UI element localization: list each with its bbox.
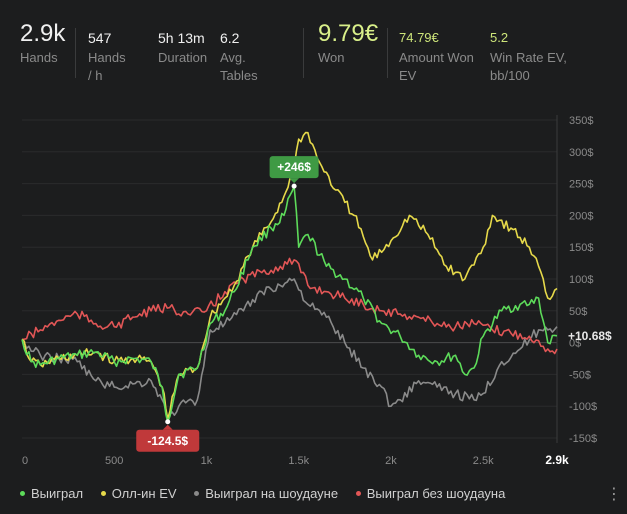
legend-dot <box>100 491 106 497</box>
y-axis: 350$300$250$200$150$100$50$0$-50$-100$-1… <box>569 115 597 445</box>
annotation-label: +246$ <box>277 160 311 174</box>
y-tick-label: 50$ <box>569 306 587 318</box>
stat-divider <box>303 28 304 78</box>
y-tick-label: 200$ <box>569 210 593 222</box>
legend-dot <box>194 491 200 497</box>
stat-value: 5h 13m <box>158 30 205 46</box>
stat-label: Won <box>318 50 345 65</box>
stat-value: 9.79€ <box>318 20 379 47</box>
legend-dot <box>20 491 25 497</box>
legend-item-allin-ev[interactable]: Олл-ин EV <box>100 486 177 501</box>
legend-label: Олл-ин EV <box>111 486 177 501</box>
y-tick-label: -150$ <box>569 433 597 445</box>
stat-value: 5.2 <box>490 30 509 45</box>
chart-annotations: +246$ -124.5$ +10.68$ <box>136 156 612 452</box>
y-tick-label: 300$ <box>569 147 593 159</box>
stat-label: Hands <box>20 50 58 65</box>
annotation-dot <box>165 419 171 425</box>
more-menu-icon[interactable]: ⋮ <box>606 484 622 504</box>
stat-value: 6.2 <box>220 30 240 46</box>
annotation-pointer <box>162 424 173 430</box>
legend-item-won[interactable]: Выиграл <box>20 486 83 501</box>
stat-value: 2.9k <box>20 20 66 47</box>
legend-label: Выиграл на шоудауне <box>205 486 339 501</box>
stat-label: Hands / h <box>88 50 126 83</box>
stat-label: Avg. Tables <box>220 50 258 83</box>
legend-item-showdown[interactable]: Выиграл на шоудауне <box>194 486 338 501</box>
end-value-label: +10.68$ <box>568 329 612 343</box>
stat-divider <box>75 28 76 78</box>
annotation-pointer <box>289 178 300 184</box>
legend-label: Выиграл без шоудауна <box>366 486 506 501</box>
profit-chart: 350$300$250$200$150$100$50$0$-50$-100$-1… <box>21 115 612 467</box>
chart-legend: Выиграл Олл-ин EV Выиграл на шоудауне Вы… <box>20 486 519 504</box>
x-tick-label: 500 <box>105 455 123 467</box>
stat-label: Duration <box>158 50 208 65</box>
stat-value: 74.79€ <box>399 30 439 45</box>
x-axis: 0 500 1k 1.5k 2k 2.5k 2.9k <box>22 453 569 467</box>
y-tick-label: 350$ <box>569 115 593 127</box>
series-line-0 <box>21 185 558 423</box>
x-tick-label: 1k <box>201 455 213 467</box>
y-tick-label: 150$ <box>569 242 593 254</box>
y-tick-label: 100$ <box>569 274 593 286</box>
legend-label: Выиграл <box>31 486 84 501</box>
stat-label: Win Rate EV, bb/100 <box>490 50 567 83</box>
y-tick-label: 250$ <box>569 179 593 191</box>
stat-label: Amount Won EV <box>399 50 474 83</box>
x-tick-label: 2k <box>385 455 397 467</box>
stat-value: 547 <box>88 30 112 46</box>
stat-divider <box>387 28 388 78</box>
annotation-dot <box>291 183 297 189</box>
series-line-3 <box>21 257 558 355</box>
y-tick-label: -100$ <box>569 401 597 413</box>
series-line-2 <box>21 277 558 420</box>
x-tick-label: 2.9k <box>545 453 569 467</box>
y-tick-label: -50$ <box>569 369 591 381</box>
legend-dot <box>355 491 361 497</box>
x-tick-label: 2.5k <box>473 455 494 467</box>
annotation-label: -124.5$ <box>147 434 188 448</box>
legend-item-non-showdown[interactable]: Выиграл без шоудауна <box>355 486 506 501</box>
x-tick-label: 0 <box>22 455 28 467</box>
x-tick-label: 1.5k <box>288 455 309 467</box>
stats-bar: 2.9k Hands 547 Hands / h 5h 13m Duration… <box>0 0 627 100</box>
